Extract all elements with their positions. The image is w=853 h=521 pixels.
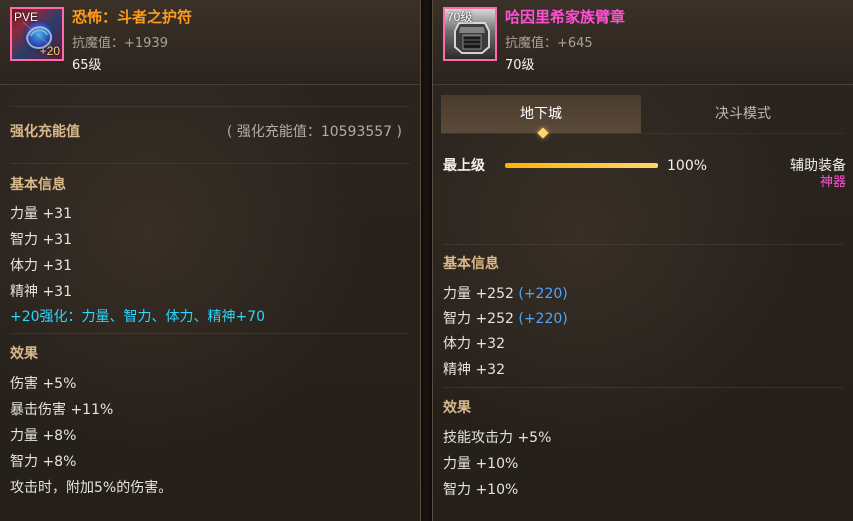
- right-item-title: 哈因里希家族臂章: [505, 8, 626, 26]
- charge-value: ( 强化充能值：10593557 ): [226, 124, 402, 140]
- effect-line: 力量 +10%: [443, 456, 519, 472]
- basic-line-text: 力量 +252: [443, 286, 514, 302]
- effect-line: 伤害 +5%: [10, 376, 77, 392]
- basic-line: 体力 +32: [443, 336, 505, 352]
- divider: [443, 387, 843, 388]
- left-item-level: 65级: [72, 58, 102, 73]
- left-item-title: 恐怖：斗者之护符: [72, 8, 193, 26]
- effect-title: 效果: [443, 400, 471, 416]
- aux-equipment-rarity: 神器: [819, 175, 846, 190]
- aux-equipment-title: 辅助装备: [790, 158, 846, 174]
- effect-line: 智力 +10%: [443, 482, 519, 498]
- effect-title: 效果: [10, 346, 38, 362]
- panel-gap: [421, 0, 432, 521]
- active-tab-indicator: [537, 127, 549, 139]
- effect-line: 技能攻击力 +5%: [443, 430, 552, 446]
- charge-label: 强化充能值: [10, 124, 80, 140]
- divider: [10, 333, 410, 334]
- basic-line: 智力 +31: [10, 232, 72, 248]
- reinforce-line: +20强化：力量、智力、体力、精神+70: [10, 309, 266, 325]
- basic-line-bonus: (+220): [518, 311, 568, 327]
- grade-bar-fill: [505, 163, 658, 168]
- effect-line: 智力 +8%: [10, 454, 77, 470]
- item-compare-window: PVE +20 恐怖：斗者之护符 抗魔值：+1939 65级 强化充能值 ( 强…: [0, 0, 853, 521]
- basic-line: 智力 +252 (+220): [443, 310, 568, 328]
- right-item-panel: 70级 哈因里希家族臂章 抗魔值：+645 70级 地下城 决斗模式 最上级 1…: [432, 0, 853, 521]
- basic-info-title: 基本信息: [443, 256, 499, 272]
- pve-badge: PVE: [14, 10, 39, 24]
- effect-line: 力量 +8%: [10, 428, 77, 444]
- tab-dungeon[interactable]: 地下城: [441, 95, 641, 139]
- right-item-resist: 抗魔值：+645: [505, 36, 593, 51]
- left-item-resist: 抗魔值：+1939: [72, 36, 168, 51]
- tab-duel[interactable]: 决斗模式: [643, 95, 843, 133]
- basic-line-text: 智力 +252: [443, 311, 514, 327]
- basic-info-title: 基本信息: [10, 177, 66, 193]
- effect-line: 攻击时，附加5%的伤害。: [10, 480, 173, 496]
- level-badge: 70级: [447, 10, 473, 24]
- grade-progress: 最上级 100% 辅助装备 神器: [443, 157, 846, 193]
- mode-tabs: 地下城 决斗模式: [441, 95, 844, 139]
- right-item-level: 70级: [505, 58, 535, 73]
- grade-label: 最上级: [443, 158, 485, 174]
- reinforce-badge: +20: [39, 44, 60, 58]
- basic-line: 力量 +252 (+220): [443, 285, 568, 303]
- effect-line: 暴击伤害 +11%: [10, 402, 114, 418]
- basic-line: 精神 +31: [10, 284, 72, 300]
- left-item-header: PVE +20 恐怖：斗者之护符 抗魔值：+1939 65级: [0, 0, 420, 85]
- grade-percent: 100%: [667, 158, 708, 174]
- divider: [10, 106, 410, 107]
- tab-label: 地下城: [520, 106, 562, 122]
- left-item-icon: PVE +20: [10, 7, 64, 61]
- basic-line: 精神 +32: [443, 362, 505, 378]
- basic-line: 力量 +31: [10, 206, 72, 222]
- tab-label: 决斗模式: [715, 106, 771, 122]
- right-item-icon: 70级: [443, 7, 497, 61]
- basic-line: 体力 +31: [10, 258, 72, 274]
- left-item-panel: PVE +20 恐怖：斗者之护符 抗魔值：+1939 65级 强化充能值 ( 强…: [0, 0, 421, 521]
- grade-bar: [505, 163, 658, 168]
- divider: [443, 244, 843, 245]
- right-item-header: 70级 哈因里希家族臂章 抗魔值：+645 70级: [433, 0, 853, 85]
- basic-line-bonus: (+220): [518, 286, 568, 302]
- divider: [10, 163, 410, 164]
